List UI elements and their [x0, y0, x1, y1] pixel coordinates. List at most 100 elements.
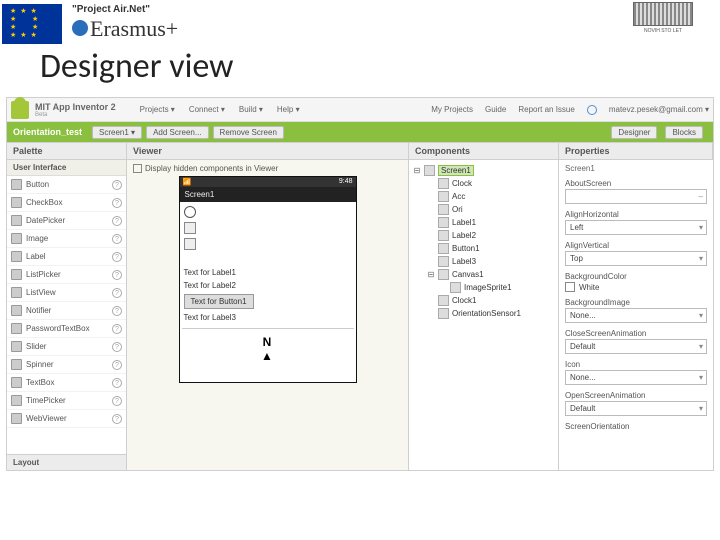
component-icon: [438, 256, 449, 267]
tree-item-label3[interactable]: Label3: [413, 255, 554, 268]
properties-panel: Screen1 AboutScreen – AlignHorizontal Le…: [559, 160, 713, 470]
info-icon[interactable]: ?: [112, 396, 122, 406]
palette-item-label: CheckBox: [26, 198, 62, 207]
acc-widget-icon[interactable]: [184, 222, 196, 234]
hidden-components-checkbox[interactable]: [133, 164, 142, 173]
tree-item-label: Clock: [452, 179, 472, 188]
preview-label2[interactable]: Text for Label2: [184, 281, 236, 290]
project-name: "Project Air.Net": [72, 4, 178, 15]
tree-item-ori[interactable]: Ori: [413, 203, 554, 216]
component-icon: [438, 243, 449, 254]
component-icon: [438, 191, 449, 202]
info-icon[interactable]: ?: [112, 342, 122, 352]
component-icon: [438, 269, 449, 280]
link-my-projects[interactable]: My Projects: [431, 105, 473, 114]
component-icon: [450, 282, 461, 293]
tree-item-clock[interactable]: Clock: [413, 177, 554, 190]
erasmus-logo: Erasmus+: [90, 16, 178, 41]
prop-bgcolor-select[interactable]: White: [565, 282, 707, 292]
preview-label3[interactable]: Text for Label3: [184, 313, 236, 322]
palette-item-label: DatePicker: [26, 216, 65, 225]
palette-item-label[interactable]: Label?: [7, 248, 126, 266]
language-icon[interactable]: [587, 105, 597, 115]
tree-toggle-icon[interactable]: ⊟: [413, 166, 421, 175]
palette-item-button[interactable]: Button?: [7, 176, 126, 194]
menu-projects[interactable]: Projects ▾: [140, 105, 175, 114]
palette-item-label: ListView: [26, 288, 56, 297]
clock-widget-icon[interactable]: [184, 206, 196, 218]
palette-item-textbox[interactable]: TextBox?: [7, 374, 126, 392]
prop-closeanim-select[interactable]: Default▾: [565, 339, 707, 354]
tree-item-canvas1[interactable]: ⊟Canvas1: [413, 268, 554, 281]
prop-openanim-select[interactable]: Default▾: [565, 401, 707, 416]
link-report-issue[interactable]: Report an Issue: [518, 105, 574, 114]
palette-item-icon: [11, 305, 22, 316]
tree-item-label1[interactable]: Label1: [413, 216, 554, 229]
menu-help[interactable]: Help ▾: [277, 105, 300, 114]
palette-section-layout[interactable]: Layout: [7, 454, 126, 470]
prop-alignh-select[interactable]: Left▾: [565, 220, 707, 235]
info-icon[interactable]: ?: [112, 360, 122, 370]
palette-item-listpicker[interactable]: ListPicker?: [7, 266, 126, 284]
info-icon[interactable]: ?: [112, 180, 122, 190]
palette-item-icon: [11, 215, 22, 226]
add-screen-button[interactable]: Add Screen...: [146, 126, 208, 139]
preview-canvas[interactable]: N▲: [182, 328, 354, 363]
info-icon[interactable]: ?: [112, 270, 122, 280]
palette-item-icon: [11, 341, 22, 352]
palette-item-icon: [11, 377, 22, 388]
tree-item-imagesprite1[interactable]: ImageSprite1: [413, 281, 554, 294]
user-menu[interactable]: matevz.pesek@gmail.com ▾: [609, 105, 709, 114]
viewer-header: Viewer: [127, 143, 409, 159]
components-panel: ⊟ Screen1 Clock AccOriLabel1Label2 Button1…: [409, 160, 559, 470]
palette-item-timepicker[interactable]: TimePicker?: [7, 392, 126, 410]
info-icon[interactable]: ?: [112, 252, 122, 262]
palette-section-ui[interactable]: User Interface: [7, 160, 126, 176]
palette-item-icon: [11, 197, 22, 208]
tree-item-label: Button1: [452, 244, 480, 253]
info-icon[interactable]: ?: [112, 306, 122, 316]
info-icon[interactable]: ?: [112, 234, 122, 244]
prop-bgimage-select[interactable]: None...▾: [565, 308, 707, 323]
blocks-button[interactable]: Blocks: [665, 126, 703, 139]
menu-build[interactable]: Build ▾: [239, 105, 263, 114]
screen-selector[interactable]: Screen1 ▾: [92, 126, 142, 139]
palette-item-passwordtextbox[interactable]: PasswordTextBox?: [7, 320, 126, 338]
tree-item-clock1[interactable]: Clock1: [413, 294, 554, 307]
palette-item-notifier[interactable]: Notifier?: [7, 302, 126, 320]
ori-widget-icon[interactable]: [184, 238, 196, 250]
prop-bgimage-label: BackgroundImage: [565, 298, 707, 307]
palette-item-webviewer[interactable]: WebViewer?: [7, 410, 126, 428]
tree-root[interactable]: ⊟ Screen1: [413, 164, 554, 177]
info-icon[interactable]: ?: [112, 288, 122, 298]
prop-alignv-select[interactable]: Top▾: [565, 251, 707, 266]
palette-item-listview[interactable]: ListView?: [7, 284, 126, 302]
info-icon[interactable]: ?: [112, 198, 122, 208]
info-icon[interactable]: ?: [112, 414, 122, 424]
link-guide[interactable]: Guide: [485, 105, 506, 114]
info-icon[interactable]: ?: [112, 324, 122, 334]
app-name: MIT App Inventor 2: [35, 102, 116, 112]
designer-button[interactable]: Designer: [611, 126, 657, 139]
preview-button1[interactable]: Text for Button1: [184, 294, 254, 309]
tree-item-acc[interactable]: Acc: [413, 190, 554, 203]
palette-item-spinner[interactable]: Spinner?: [7, 356, 126, 374]
viewer-panel: Display hidden components in Viewer 📶 9:…: [127, 160, 409, 470]
tree-item-button1[interactable]: Button1: [413, 242, 554, 255]
prop-icon-select[interactable]: None...▾: [565, 370, 707, 385]
prop-orientation-label: ScreenOrientation: [565, 422, 707, 431]
tree-item-label2[interactable]: Label2: [413, 229, 554, 242]
info-icon[interactable]: ?: [112, 378, 122, 388]
palette-item-slider[interactable]: Slider?: [7, 338, 126, 356]
info-icon[interactable]: ?: [112, 216, 122, 226]
prop-aboutscreen-input[interactable]: –: [565, 189, 707, 204]
tree-item-orientationsensor1[interactable]: OrientationSensor1: [413, 307, 554, 320]
palette-item-image[interactable]: Image?: [7, 230, 126, 248]
remove-screen-button[interactable]: Remove Screen: [213, 126, 284, 139]
preview-label1[interactable]: Text for Label1: [184, 268, 236, 277]
erasmus-dot-icon: [72, 20, 88, 36]
palette-item-checkbox[interactable]: CheckBox?: [7, 194, 126, 212]
palette-item-datepicker[interactable]: DatePicker?: [7, 212, 126, 230]
menu-connect[interactable]: Connect ▾: [189, 105, 225, 114]
tree-toggle-icon[interactable]: ⊟: [427, 270, 435, 279]
